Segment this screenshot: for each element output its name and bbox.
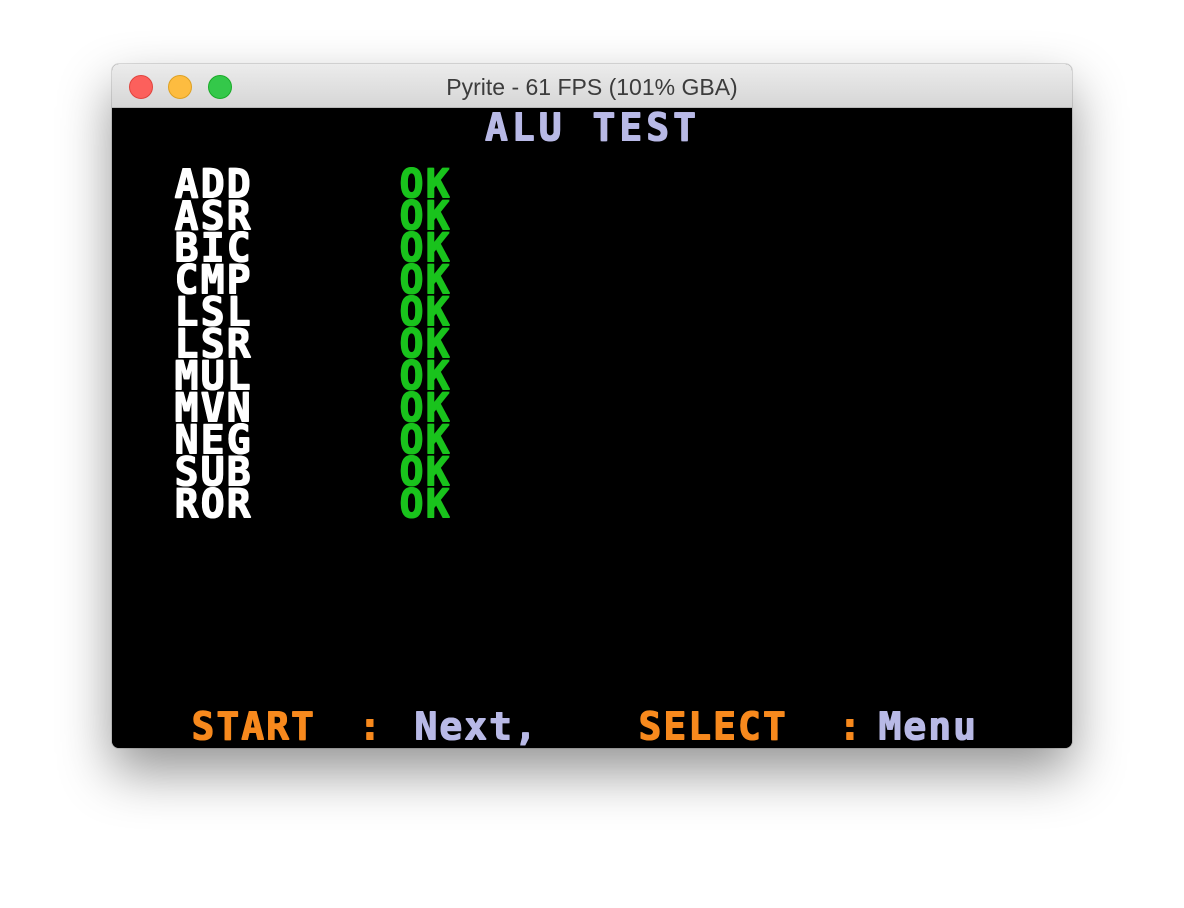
start-key-label: START bbox=[191, 704, 316, 748]
op-name: ROR bbox=[174, 481, 253, 527]
window-title: Pyrite - 61 FPS (101% GBA) bbox=[446, 74, 738, 100]
select-separator: : bbox=[838, 704, 863, 748]
start-separator: : bbox=[358, 704, 383, 748]
select-action-label: Menu bbox=[878, 704, 978, 748]
select-key-label: SELECT bbox=[638, 704, 788, 748]
controls-hint: START : Next, SELECT : Menu bbox=[112, 706, 1072, 748]
start-action-label: Next, bbox=[414, 704, 539, 748]
test-title: ALU TEST bbox=[484, 105, 700, 149]
op-status: OK bbox=[399, 481, 452, 527]
emulator-window: Pyrite - 61 FPS (101% GBA) ALU TEST ADD … bbox=[112, 64, 1072, 748]
title-bar[interactable]: Pyrite - 61 FPS (101% GBA) bbox=[112, 64, 1072, 108]
game-screen[interactable]: ALU TEST ADD OK ASR OK BIC OK CMP OK LSL… bbox=[112, 105, 1072, 748]
